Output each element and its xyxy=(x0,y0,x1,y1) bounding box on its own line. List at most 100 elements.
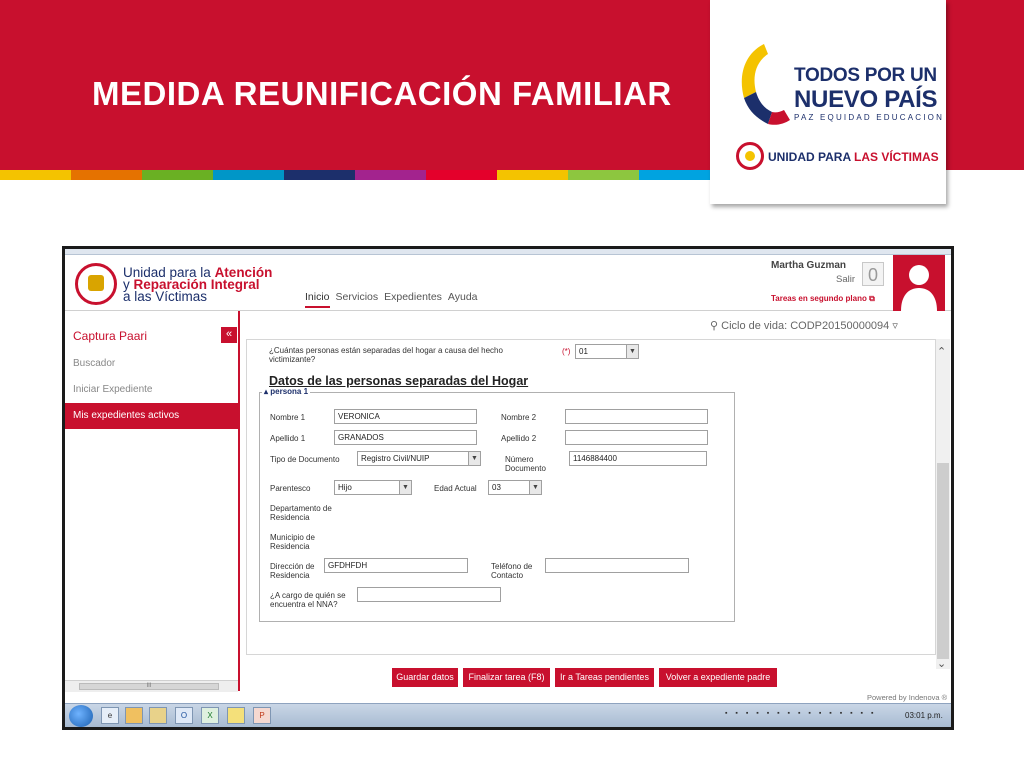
system-tray[interactable]: ▪ ▪ ▪ ▪ ▪ ▪ ▪ ▪ ▪ ▪ ▪ ▪ ▪ ▪ ▪ xyxy=(725,710,876,717)
unidad-seal-icon xyxy=(736,142,764,170)
parentesco-label: Parentesco xyxy=(270,484,311,493)
nombre1-input[interactable]: VERONICA xyxy=(334,409,477,424)
apellido1-label: Apellido 1 xyxy=(270,434,306,443)
lifecycle-icon: ⚲ xyxy=(710,320,722,332)
tipo-documento-select[interactable]: Registro Civil/NUIP ▼ xyxy=(357,451,481,466)
explorer-taskbar-icon[interactable] xyxy=(227,707,245,724)
chevron-up-icon[interactable]: ⌃ xyxy=(937,345,946,358)
tipo-documento-label: Tipo de Documento xyxy=(270,455,340,464)
main-content: ⚲ Ciclo de vida: CODP20150000094 ▿ ¿Cuán… xyxy=(242,311,951,702)
folder-taskbar-icon[interactable] xyxy=(149,707,167,724)
start-button[interactable] xyxy=(69,705,93,727)
stripe-segment xyxy=(213,170,284,180)
sidebar: Captura Paari « Buscador Iniciar Expedie… xyxy=(65,311,240,692)
powered-by: Powered by Indenova ® xyxy=(867,693,948,702)
media-taskbar-icon[interactable] xyxy=(125,707,143,724)
browser-strip xyxy=(65,249,951,255)
stripe-segment xyxy=(71,170,142,180)
background-tasks-link[interactable]: Tareas en segundo plano ⧉ xyxy=(771,294,875,304)
back-to-parent-button[interactable]: Volver a expediente padre xyxy=(659,668,777,687)
nav-item-inicio[interactable]: Inicio xyxy=(305,291,330,308)
slide-title: MEDIDA REUNIFICACIÓN FAMILIAR xyxy=(92,75,672,112)
user-avatar[interactable] xyxy=(893,255,945,311)
stripe-segment xyxy=(426,170,497,180)
stripe-segment xyxy=(284,170,355,180)
logo-line-2: NUEVO PAÍS xyxy=(794,86,938,113)
stripe-segment xyxy=(0,170,71,180)
main-scroll-thumb[interactable] xyxy=(937,463,949,659)
lifecycle-dropdown-icon: ▿ xyxy=(889,320,898,332)
main-vertical-scrollbar[interactable]: ⌃ ⌄ xyxy=(936,339,950,670)
government-logo-box: TODOS POR UN NUEVO PAÍS PAZ EQUIDAD EDUC… xyxy=(710,0,946,204)
municipio-label: Municipio de Residencia xyxy=(270,533,315,551)
lifecycle-indicator[interactable]: ⚲ Ciclo de vida: CODP20150000094 ▿ xyxy=(710,319,898,332)
fieldset-legend[interactable]: ▴ persona 1 xyxy=(262,387,311,396)
parentesco-value: Hijo xyxy=(338,483,352,492)
required-mark: (*) xyxy=(562,347,571,356)
question-label: ¿Cuántas personas están separadas del ho… xyxy=(269,346,503,364)
app-header: Unidad para la Atención y Reparación Int… xyxy=(65,249,951,311)
sidebar-title: Captura Paari xyxy=(73,329,148,343)
sidebar-scroll-thumb[interactable]: III xyxy=(79,683,219,690)
tipo-documento-value: Registro Civil/NUIP xyxy=(361,454,430,463)
edad-actual-select[interactable]: 03 ▼ xyxy=(488,480,542,495)
app-window: Unidad para la Atención y Reparación Int… xyxy=(65,249,951,727)
apellido2-input[interactable] xyxy=(565,430,708,445)
sidebar-item-iniciar-expediente[interactable]: Iniciar Expediente xyxy=(65,377,238,403)
taskbar-clock[interactable]: 03:01 p.m. xyxy=(905,711,943,720)
org-seal-icon xyxy=(75,263,117,305)
chevron-down-icon: ▼ xyxy=(626,345,638,358)
lifecycle-label: Ciclo de vida: CODP20150000094 xyxy=(721,320,890,332)
nav-item-ayuda[interactable]: Ayuda xyxy=(448,291,478,308)
logo-tagline: PAZ EQUIDAD EDUCACION xyxy=(794,113,945,122)
scroll-grip: III xyxy=(146,683,152,689)
outlook-taskbar-icon[interactable]: O xyxy=(175,707,193,724)
departamento-label: Departamento de Residencia xyxy=(270,504,332,522)
collapse-sidebar-button[interactable]: « xyxy=(221,327,237,343)
task-count-badge[interactable]: 0 xyxy=(862,262,884,286)
separated-count-select[interactable]: 01 ▼ xyxy=(575,344,639,359)
chevron-down-icon: ▼ xyxy=(399,481,411,494)
sidebar-horizontal-scrollbar[interactable]: III xyxy=(65,680,238,692)
telefono-label: Teléfono de Contacto xyxy=(491,562,533,580)
nombre2-input[interactable] xyxy=(565,409,708,424)
chevron-down-icon: ▼ xyxy=(529,481,541,494)
parentesco-select[interactable]: Hijo ▼ xyxy=(334,480,412,495)
finish-task-button[interactable]: Finalizar tarea (F8) xyxy=(463,668,550,687)
ie-taskbar-icon[interactable]: e xyxy=(101,707,119,724)
powerpoint-taskbar-icon[interactable]: P xyxy=(253,707,271,724)
telefono-input[interactable] xyxy=(545,558,689,573)
edad-actual-label: Edad Actual xyxy=(434,484,477,493)
excel-taskbar-icon[interactable]: X xyxy=(201,707,219,724)
sidebar-item-buscador[interactable]: Buscador xyxy=(65,351,238,377)
pending-tasks-button[interactable]: Ir a Tareas pendientes xyxy=(555,668,654,687)
section-title: Datos de las personas separadas del Hoga… xyxy=(269,374,529,388)
a-cargo-input[interactable] xyxy=(357,587,501,602)
nombre1-label: Nombre 1 xyxy=(270,413,306,422)
direccion-input[interactable]: GFDHFDH xyxy=(324,558,468,573)
stripe-segment xyxy=(568,170,639,180)
user-name: Martha Guzman xyxy=(771,260,847,271)
main-nav: Inicio Servicios Expedientes Ayuda xyxy=(305,291,478,308)
screenshot-frame: Unidad para la Atención y Reparación Int… xyxy=(62,246,954,730)
stripe-segment xyxy=(355,170,426,180)
nombre2-label: Nombre 2 xyxy=(501,413,537,422)
numero-documento-input[interactable]: 1146884400 xyxy=(569,451,707,466)
external-window-icon: ⧉ xyxy=(869,294,875,303)
nav-item-servicios[interactable]: Servicios xyxy=(336,291,379,308)
save-data-button[interactable]: Guardar datos xyxy=(392,668,458,687)
a-cargo-label: ¿A cargo de quién se encuentra el NNA? xyxy=(270,591,346,609)
nav-item-expedientes[interactable]: Expedientes xyxy=(384,291,442,308)
chevron-down-icon[interactable]: ⌄ xyxy=(937,657,946,670)
legend-label: persona 1 xyxy=(270,387,309,396)
stripe-segment xyxy=(639,170,710,180)
persona-fieldset: ▴ persona 1 Nombre 1 VERONICA Nombre 2 A… xyxy=(259,387,735,622)
apellido1-input[interactable]: GRANADOS xyxy=(334,430,477,445)
logout-link[interactable]: Salir xyxy=(836,274,855,285)
form-panel: ¿Cuántas personas están separadas del ho… xyxy=(246,339,936,655)
sidebar-item-mis-expedientes[interactable]: Mis expedientes activos xyxy=(65,403,238,429)
separated-count-value: 01 xyxy=(579,347,588,356)
chevron-down-icon: ▼ xyxy=(468,452,480,465)
windows-taskbar: e O X P ▪ ▪ ▪ ▪ ▪ ▪ ▪ ▪ ▪ ▪ ▪ ▪ ▪ ▪ ▪ 03… xyxy=(65,703,951,727)
logo-line-1: TODOS POR UN xyxy=(794,65,937,86)
